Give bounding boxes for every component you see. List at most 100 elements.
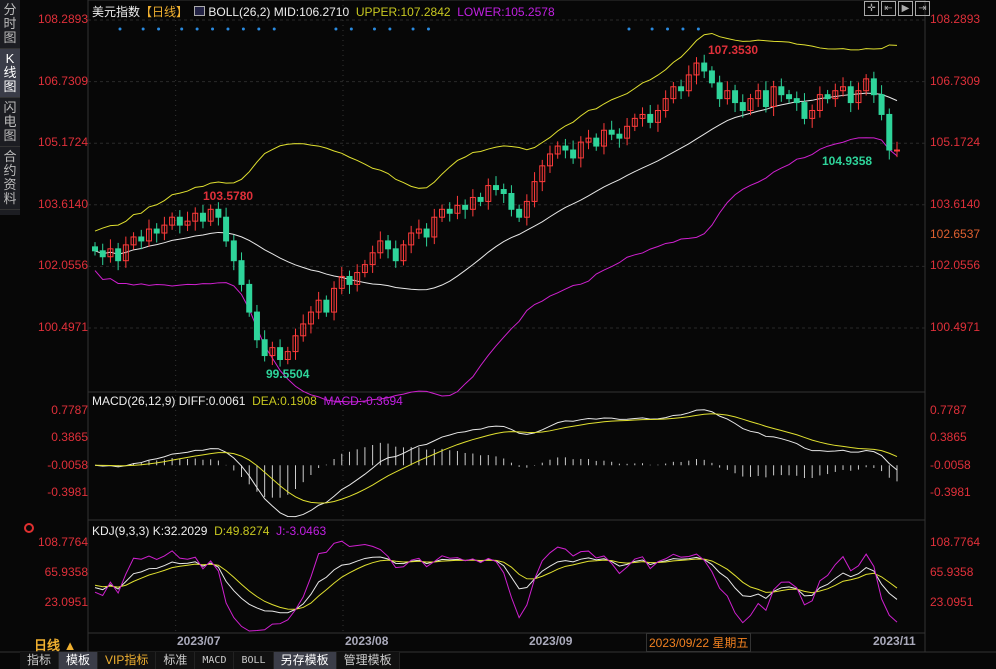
macd-axis-label: -0.3981 — [930, 485, 971, 499]
crosshair-icon[interactable]: ✛ — [864, 1, 879, 16]
price-axis-label: 100.4971 — [37, 320, 88, 334]
date-label: 2023/11 — [873, 634, 916, 648]
tab-boll[interactable]: BOLL — [234, 652, 274, 669]
kdj-axis-label: 65.9358 — [44, 564, 88, 579]
cursor-date: 2023/09/22 星期五 — [646, 633, 752, 652]
macd-axis-label: -0.3981 — [47, 485, 88, 499]
candle — [708, 70, 715, 84]
tab-standard[interactable]: 标准 — [156, 652, 196, 669]
chart-canvas[interactable]: 103.5780 99.5504 107.3530 104.9358 — [0, 0, 996, 669]
boll-label: BOLL(26,2) — [208, 5, 271, 19]
signal-dot — [272, 27, 276, 31]
candle — [446, 208, 453, 214]
kdj-axis-label: 108.7764 — [37, 535, 88, 549]
candle — [732, 90, 739, 104]
candle — [277, 347, 284, 361]
macd-value: MACD:-0.3694 — [323, 394, 403, 408]
kdj-k-line — [94, 556, 898, 614]
date-label: 2023/09 — [529, 634, 573, 648]
signal-dot — [141, 27, 145, 31]
signal-dot — [241, 27, 245, 31]
candle — [508, 192, 515, 210]
macd-axis-label: 0.3865 — [51, 430, 88, 445]
kdj-axis-label: 65.9358 — [930, 564, 974, 579]
candle — [716, 82, 723, 100]
candle — [138, 236, 145, 242]
candle — [801, 102, 808, 119]
candle — [423, 228, 430, 238]
candle — [608, 129, 615, 135]
signal-dot — [180, 27, 184, 31]
candle — [894, 149, 900, 152]
candle — [392, 248, 399, 262]
candle — [878, 94, 885, 115]
bottom-tabs: 指标 模板 VIP指标 标准 MACD BOLL 另存模板 管理模板 — [20, 652, 400, 669]
move-right-icon[interactable]: ⇥ — [915, 1, 930, 16]
kdj-k: K:32.2029 — [152, 524, 208, 538]
signal-dot — [696, 27, 700, 31]
date-label: 2023/07 — [177, 634, 221, 648]
candle — [253, 311, 260, 341]
candle — [346, 276, 353, 285]
candle — [115, 248, 122, 262]
price-axis-label: 100.4971 — [930, 320, 981, 334]
signal-dot — [426, 27, 430, 31]
candle — [678, 86, 685, 92]
candle — [886, 113, 893, 151]
kdj-axis-label: 108.7764 — [930, 535, 981, 549]
price-axis-label: 106.7309 — [930, 73, 981, 88]
price-axis-label: 102.0556 — [37, 258, 88, 273]
instrument-name: 美元指数 — [92, 5, 141, 19]
tab-manage-template[interactable]: 管理模板 — [336, 652, 400, 669]
tab-vip[interactable]: VIP指标 — [98, 652, 157, 669]
candle — [246, 283, 253, 313]
tab-save-template[interactable]: 另存模板 — [273, 652, 337, 669]
candle — [176, 216, 183, 226]
candle — [238, 260, 245, 285]
price-axis-label: 103.6140 — [37, 196, 88, 211]
macd-label: MACD(26,12,9) — [92, 394, 176, 408]
signal-dot — [681, 27, 685, 31]
price-annotation: 107.3530 — [708, 43, 758, 57]
candle — [462, 204, 469, 210]
signal-dot — [411, 27, 415, 31]
boll-mid: MID:106.2710 — [273, 5, 350, 19]
candle — [92, 246, 98, 252]
price-axis-label: 106.7309 — [37, 73, 88, 88]
settings-icon[interactable] — [24, 523, 34, 533]
price-axis-label: 108.2893 — [37, 12, 88, 26]
date-label: 2023/08 — [345, 634, 389, 648]
kdj-axis-label: 23.0951 — [44, 595, 88, 609]
play-icon[interactable]: ▶ — [898, 1, 913, 16]
macd-axis-label: -0.0058 — [930, 457, 971, 472]
candle — [230, 240, 237, 262]
zoom-in-icon[interactable]: ⇤ — [881, 1, 896, 16]
kdj-j-line — [94, 540, 898, 632]
candle — [786, 94, 793, 100]
signal-dot — [666, 27, 670, 31]
signal-dot — [195, 27, 199, 31]
current-price-label: 102.6537 — [930, 226, 981, 241]
candle — [500, 189, 507, 194]
candle — [616, 133, 623, 139]
signal-dot — [211, 27, 215, 31]
tab-indicator[interactable]: 指标 — [20, 652, 60, 669]
candle — [562, 145, 569, 151]
candle — [99, 250, 106, 258]
price-axis-label: 105.1724 — [37, 135, 88, 150]
candle — [570, 149, 577, 159]
tab-macd[interactable]: MACD — [195, 652, 235, 669]
tab-template[interactable]: 模板 — [59, 652, 99, 669]
price-axis-label: 102.0556 — [930, 258, 981, 273]
candle — [477, 196, 484, 202]
signal-dot — [257, 27, 261, 31]
price-axis-label: 108.2893 — [930, 12, 981, 26]
candle — [215, 208, 222, 218]
price-annotation: 104.9358 — [822, 154, 872, 168]
candle — [385, 240, 392, 250]
candle — [793, 98, 800, 104]
macd-axis-label: 0.3865 — [930, 430, 967, 445]
macd-diff: DIFF:0.0061 — [178, 394, 246, 408]
candle — [261, 339, 268, 357]
macd-axis-label: 0.7787 — [930, 403, 967, 417]
